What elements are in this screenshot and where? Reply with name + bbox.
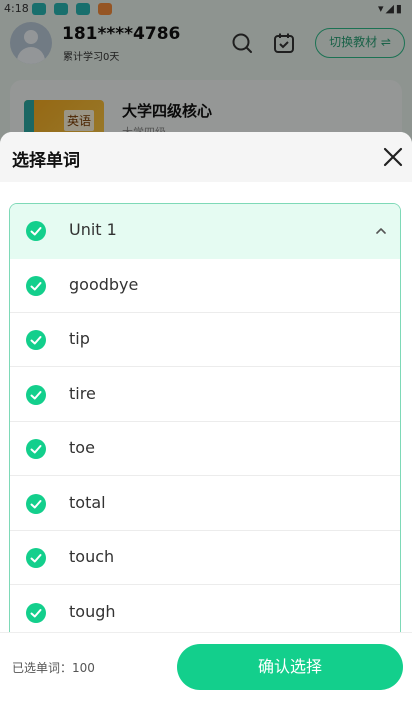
word-label: touch bbox=[69, 547, 115, 566]
word-row[interactable]: touch bbox=[10, 531, 400, 585]
select-words-sheet: 选择单词 Unit 1 goodbye tip tire toe total t… bbox=[0, 132, 412, 704]
check-circle-icon[interactable] bbox=[26, 385, 46, 405]
sheet-title: 选择单词 bbox=[12, 151, 80, 171]
word-label: tire bbox=[69, 384, 96, 403]
sheet-header: 选择单词 bbox=[0, 132, 412, 182]
chevron-up-icon[interactable] bbox=[374, 224, 388, 238]
word-label: goodbye bbox=[69, 275, 139, 294]
word-row[interactable]: tip bbox=[10, 313, 400, 367]
check-circle-icon[interactable] bbox=[26, 276, 46, 296]
selected-count: 已选单词：100 bbox=[12, 661, 95, 675]
word-label: toe bbox=[69, 438, 95, 457]
word-list: Unit 1 goodbye tip tire toe total touch … bbox=[9, 203, 401, 643]
word-row[interactable]: total bbox=[10, 477, 400, 531]
close-icon[interactable] bbox=[382, 146, 404, 168]
word-row[interactable]: toe bbox=[10, 422, 400, 476]
sheet-footer: 已选单词：100 确认选择 bbox=[0, 632, 412, 704]
check-circle-icon[interactable] bbox=[26, 548, 46, 568]
check-circle-icon[interactable] bbox=[26, 439, 46, 459]
check-circle-icon[interactable] bbox=[26, 603, 46, 623]
word-label: tip bbox=[69, 329, 90, 348]
word-label: tough bbox=[69, 602, 116, 621]
word-row[interactable]: tire bbox=[10, 368, 400, 422]
confirm-selection-button[interactable]: 确认选择 bbox=[177, 644, 403, 690]
unit-label: Unit 1 bbox=[69, 220, 117, 239]
check-circle-icon[interactable] bbox=[26, 330, 46, 350]
unit-header-row[interactable]: Unit 1 bbox=[10, 204, 400, 259]
check-circle-icon[interactable] bbox=[26, 494, 46, 514]
word-label: total bbox=[69, 493, 106, 512]
word-row[interactable]: goodbye bbox=[10, 259, 400, 313]
check-circle-icon[interactable] bbox=[26, 221, 46, 241]
